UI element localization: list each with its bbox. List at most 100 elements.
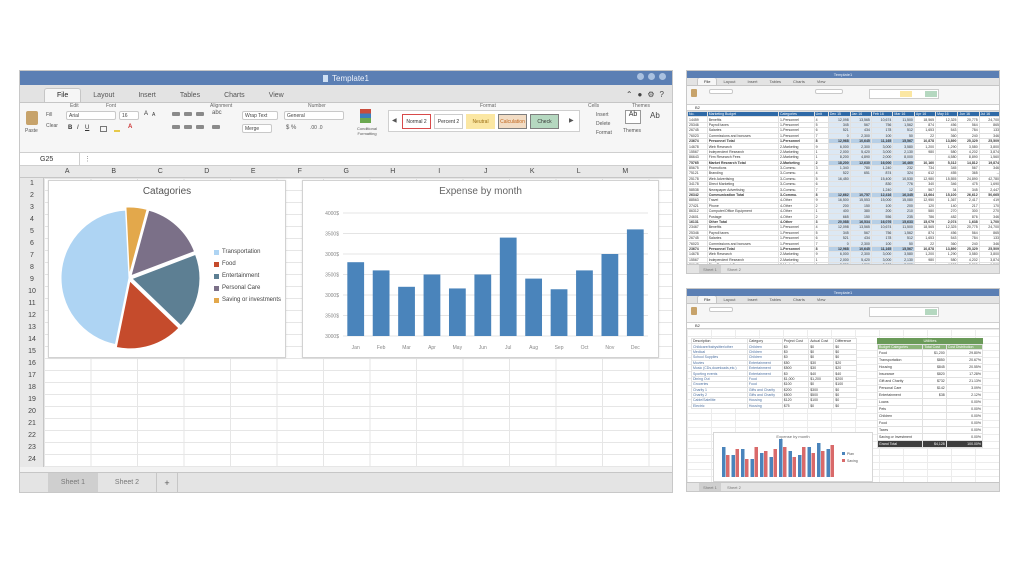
row-header[interactable]: 19 xyxy=(20,396,44,403)
tab-file[interactable]: File xyxy=(44,88,82,102)
rb-summary-cell[interactable]: 0.00% xyxy=(945,419,984,428)
rb-summary-cell[interactable]: Food xyxy=(876,419,924,428)
mini-bar-plan[interactable] xyxy=(779,439,783,477)
row-header[interactable]: 2 xyxy=(20,192,44,199)
rb-cell[interactable]: Electric xyxy=(691,402,748,410)
tab-tables[interactable]: Tables xyxy=(168,89,212,102)
align-right-icon[interactable] xyxy=(196,125,204,129)
pie-slice-1[interactable] xyxy=(60,209,130,346)
mini-bar-saving[interactable] xyxy=(754,447,759,477)
rb-summary-cell[interactable]: Insurance xyxy=(876,370,924,379)
conditional-formatting-button[interactable]: Conditional Formatting xyxy=(354,109,378,143)
bar-aug[interactable] xyxy=(525,278,543,336)
row-header[interactable]: 4 xyxy=(20,216,44,223)
bar-jan[interactable] xyxy=(347,262,365,336)
pie-chart[interactable]: Catagories Transportation Food Entertainme… xyxy=(48,180,286,358)
bar-chart[interactable]: Expense by month 4000$ 3500$ 3000$ 3500$ 300… xyxy=(302,180,659,358)
mini-bar-plan[interactable] xyxy=(817,443,821,477)
mini-tab-insert[interactable]: Insert xyxy=(741,78,763,85)
row-header[interactable]: 16 xyxy=(20,360,44,367)
rb-summary-cell[interactable]: 29.80% xyxy=(945,349,984,358)
rt-sheet-tab-1[interactable]: Sheet 1 xyxy=(699,265,721,273)
rb-cell[interactable]: $75 xyxy=(781,402,810,410)
rb-summary-cell[interactable] xyxy=(922,419,947,428)
row-header[interactable]: 20 xyxy=(20,408,44,415)
column-header[interactable]: F xyxy=(277,168,324,175)
row-header[interactable]: 15 xyxy=(20,348,44,355)
align-bottom-icon[interactable] xyxy=(196,112,204,116)
clear-button[interactable]: Clear xyxy=(46,123,58,129)
column-header[interactable]: D xyxy=(184,168,231,175)
bar-jul[interactable] xyxy=(499,237,517,336)
rb-summary-cell[interactable]: $850 xyxy=(922,356,947,365)
row-header[interactable]: 13 xyxy=(20,324,44,331)
decimal-icon[interactable]: .00 .0 xyxy=(310,125,323,131)
row-header[interactable]: 1 xyxy=(20,180,44,187)
rb-cell[interactable]: $0 xyxy=(833,402,857,410)
style-check[interactable]: Check xyxy=(530,114,559,129)
rb-summary-cell[interactable]: 17.28% xyxy=(945,370,984,379)
indent-icon[interactable] xyxy=(212,125,220,129)
rt-font-select[interactable] xyxy=(709,89,733,94)
rb-summary-cell[interactable] xyxy=(922,398,947,407)
mini-bar-saving[interactable] xyxy=(802,447,806,477)
row-header[interactable]: 12 xyxy=(20,312,44,319)
rb-summary-cell[interactable]: 0.00% xyxy=(945,426,984,435)
formula-input[interactable] xyxy=(91,153,672,165)
number-format-select[interactable]: General xyxy=(284,111,344,120)
underline-icon[interactable]: U xyxy=(85,125,89,131)
row-header[interactable]: 24 xyxy=(20,456,44,463)
gallery-next-icon[interactable]: ▶ xyxy=(569,117,574,124)
chevron-up-icon[interactable]: ⌃ xyxy=(626,90,633,99)
mini-bar-plan[interactable] xyxy=(741,449,745,477)
bar-feb[interactable] xyxy=(372,270,390,336)
grow-font-icon[interactable]: A xyxy=(144,111,148,117)
mini-bar-plan[interactable] xyxy=(769,457,774,477)
row-header[interactable]: 14 xyxy=(20,336,44,343)
mini-bar-saving[interactable] xyxy=(811,453,816,477)
row-header[interactable]: 18 xyxy=(20,384,44,391)
rb-summary-cell[interactable]: Food xyxy=(876,349,924,358)
mini-tab-layout[interactable]: Layout xyxy=(717,78,741,85)
column-header[interactable]: C xyxy=(137,168,184,175)
rb-paste-icon[interactable] xyxy=(691,307,697,315)
sheet-tab-1[interactable]: Sheet 1 xyxy=(48,473,98,492)
bar-oct[interactable] xyxy=(576,270,593,336)
rb-summary-cell[interactable]: $142 xyxy=(922,384,947,393)
tab-insert[interactable]: Insert xyxy=(126,89,168,102)
cell-reference-box[interactable]: G25 xyxy=(20,153,80,165)
row-header[interactable]: 21 xyxy=(20,420,44,427)
rb-summary-cell[interactable]: Saving or Investment xyxy=(876,433,924,442)
mini-tab-layout[interactable]: Layout xyxy=(717,296,741,303)
mini-tab-tables[interactable]: Tables xyxy=(763,296,787,303)
bar-nov[interactable] xyxy=(601,254,619,336)
fill-color-icon[interactable] xyxy=(114,125,120,132)
lock-icon[interactable]: ● xyxy=(638,90,643,99)
column-header[interactable]: M xyxy=(602,168,649,175)
rb-summary-cell[interactable]: Loans xyxy=(876,398,924,407)
bar-sep[interactable] xyxy=(550,289,568,336)
row-header[interactable]: 6 xyxy=(20,240,44,247)
bar-may[interactable] xyxy=(448,288,466,336)
style-normal-2[interactable]: Normal 2 xyxy=(402,114,431,129)
merge-button[interactable]: Merge xyxy=(242,124,272,133)
tab-charts[interactable]: Charts xyxy=(212,89,257,102)
tab-layout[interactable]: Layout xyxy=(81,89,126,102)
font-name-select[interactable]: Arial xyxy=(66,111,116,120)
window-button-icon[interactable] xyxy=(659,73,666,80)
rb-summary-cell[interactable]: Transportation xyxy=(876,356,924,365)
mini-bar-plan[interactable] xyxy=(731,455,736,477)
mini-bar-saving[interactable] xyxy=(735,449,740,477)
mini-tab-file[interactable]: File xyxy=(697,295,718,303)
cells-delete-button[interactable]: Delete xyxy=(596,121,610,127)
align-middle-icon[interactable] xyxy=(184,112,192,116)
rt-cell-ref[interactable]: B2 xyxy=(687,105,717,110)
rb-summary-cell[interactable]: 3.09% xyxy=(945,384,984,393)
shrink-font-icon[interactable]: A xyxy=(152,112,155,118)
rt-sheet-tab-2[interactable]: Sheet 2 xyxy=(723,265,745,273)
rb-summary-cell[interactable]: $845 xyxy=(922,363,947,372)
tab-view[interactable]: View xyxy=(257,89,296,102)
mini-bar-plan[interactable] xyxy=(750,459,755,477)
mini-tab-tables[interactable]: Tables xyxy=(763,78,787,85)
rb-summary-cell[interactable]: 20.67% xyxy=(945,356,984,365)
